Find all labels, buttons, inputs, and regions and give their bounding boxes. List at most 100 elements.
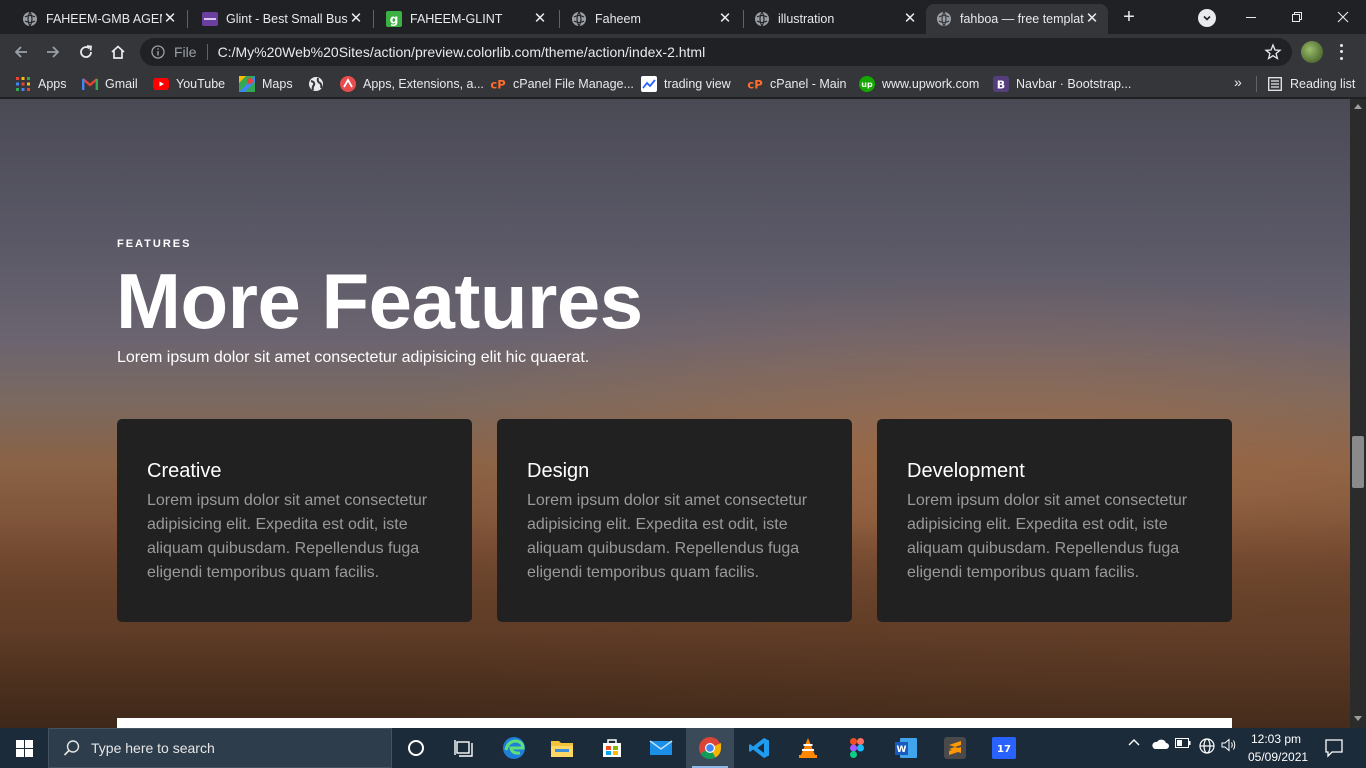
tab-faheem[interactable]: Faheem ✕ [549, 4, 741, 34]
tab-title: FAHEEM-GLINT [410, 12, 503, 26]
scroll-down-arrow-icon[interactable] [1354, 716, 1362, 721]
scrollbar-thumb[interactable] [1352, 436, 1364, 488]
home-button[interactable] [107, 41, 129, 63]
taskbar-search-box[interactable]: Type here to search [48, 728, 392, 768]
new-tab-button[interactable]: + [1120, 7, 1138, 27]
clock-time: 12:03 pm [1250, 732, 1302, 746]
file-explorer-button[interactable] [538, 728, 586, 768]
close-window-button[interactable] [1320, 4, 1366, 30]
close-icon[interactable]: ✕ [162, 11, 178, 27]
start-button[interactable] [0, 728, 48, 768]
figma-icon [850, 738, 864, 758]
minimize-button[interactable] [1228, 4, 1274, 30]
page-viewport: FEATURES More Features Lorem ipsum dolor… [0, 99, 1350, 728]
bookmark-trading-view[interactable]: trading view [641, 75, 731, 93]
tab-glint-best-small-business[interactable]: Glint - Best Small Busin ✕ [180, 4, 372, 34]
feature-card-title: Creative [147, 460, 222, 482]
speaker-icon [1221, 738, 1236, 752]
word-button[interactable]: W [882, 728, 930, 768]
task-view-icon [454, 740, 473, 757]
sublime-text-icon [944, 737, 966, 759]
network-button[interactable] [1198, 738, 1216, 754]
close-icon[interactable]: ✕ [1084, 11, 1100, 27]
back-button[interactable] [10, 41, 32, 63]
chevron-up-icon [1128, 739, 1140, 746]
search-icon [63, 740, 80, 756]
bookmark-navbar-bootstrap[interactable]: B Navbar · Bootstrap... [993, 75, 1131, 93]
bookmark-youtube[interactable]: YouTube [153, 75, 225, 93]
globe-icon [22, 11, 38, 27]
bookmarks-overflow-button[interactable]: » [1234, 74, 1242, 90]
bookmark-cpanel-main[interactable]: cP cPanel - Main [747, 75, 846, 93]
section-title: More Features [116, 257, 643, 345]
bookmark-label: trading view [664, 77, 731, 91]
tab-search-button[interactable] [1198, 9, 1216, 27]
cortana-button[interactable] [392, 728, 440, 768]
colorlib-icon [202, 11, 218, 27]
close-icon[interactable]: ✕ [902, 11, 918, 27]
tradingview-app-button[interactable]: 17 [980, 728, 1028, 768]
info-icon[interactable] [150, 44, 166, 60]
forward-button[interactable] [42, 41, 64, 63]
close-icon [1337, 11, 1349, 23]
edge-button[interactable] [490, 728, 538, 768]
battery-icon [1175, 738, 1191, 748]
bookmark-globe[interactable] [308, 75, 331, 93]
microsoft-store-button[interactable] [588, 728, 636, 768]
bookmark-upwork[interactable]: up www.upwork.com [859, 75, 979, 93]
onedrive-button[interactable] [1150, 738, 1170, 750]
bookmark-cpanel-file-manager[interactable]: cP cPanel File Manage... [490, 75, 634, 93]
chevron-down-icon [1203, 15, 1211, 21]
battery-button[interactable] [1174, 738, 1192, 748]
close-icon[interactable]: ✕ [717, 11, 733, 27]
upwork-icon: up [859, 76, 875, 92]
bookmark-gmail[interactable]: Gmail [82, 75, 138, 93]
page-scrollbar[interactable] [1350, 99, 1366, 728]
bookmark-star-icon[interactable] [1264, 43, 1282, 61]
bookmark-label: YouTube [176, 77, 226, 91]
action-center-button[interactable] [1324, 738, 1344, 758]
figma-button[interactable] [833, 728, 881, 768]
task-view-button[interactable] [440, 728, 488, 768]
tab-fahboa-active[interactable]: fahboa — free templat ✕ [926, 4, 1108, 34]
sublime-text-button[interactable] [931, 728, 979, 768]
mail-button[interactable] [637, 728, 685, 768]
tab-title: Faheem [595, 12, 641, 26]
vscode-button[interactable] [735, 728, 783, 768]
tab-faheem-glint[interactable]: g FAHEEM-GLINT ✕ [364, 4, 556, 34]
tab-title: Glint - Best Small Busin [226, 12, 348, 26]
restore-button[interactable] [1274, 4, 1320, 30]
chrome-button[interactable] [686, 728, 734, 768]
taskbar-clock[interactable]: 12:03 pm 05/09/2021 [1248, 730, 1308, 766]
globe-icon [936, 11, 952, 27]
glint-g-icon: g [386, 11, 402, 27]
section-subtitle: Lorem ipsum dolor sit amet consectetur a… [117, 349, 590, 366]
reload-button[interactable] [75, 41, 97, 63]
url-text[interactable]: C:/My%20Web%20Sites/action/preview.color… [218, 44, 706, 60]
tray-overflow-button[interactable] [1126, 738, 1142, 746]
home-icon [111, 45, 125, 59]
close-icon[interactable]: ✕ [348, 11, 364, 27]
close-icon[interactable]: ✕ [532, 11, 548, 27]
volume-button[interactable] [1220, 738, 1238, 752]
reading-list-button[interactable]: Reading list [1267, 75, 1355, 93]
gmail-icon [82, 76, 98, 92]
edge-icon [503, 737, 525, 759]
bookmark-apps-extensions[interactable]: Apps, Extensions, a... [340, 75, 484, 93]
store-bag-icon [603, 739, 621, 757]
tab-illustration[interactable]: illustration ✕ [732, 4, 926, 34]
address-bar[interactable]: File C:/My%20Web%20Sites/action/preview.… [140, 38, 1292, 66]
profile-avatar[interactable] [1301, 41, 1323, 63]
bookmark-maps[interactable]: Maps [239, 75, 293, 93]
tradingview-icon [641, 76, 657, 92]
reload-icon [80, 45, 93, 58]
browser-menu-button[interactable] [1336, 42, 1346, 62]
scroll-up-arrow-icon[interactable] [1354, 104, 1362, 109]
bookmark-label: Apps, Extensions, a... [363, 77, 484, 91]
tab-faheem-gmb-agency[interactable]: FAHEEM-GMB AGENCY ✕ [0, 4, 186, 34]
bookmark-apps[interactable]: Apps [15, 75, 67, 93]
bookmark-label: www.upwork.com [882, 77, 980, 91]
feature-card-title: Development [907, 460, 1025, 482]
vlc-button[interactable] [784, 728, 832, 768]
globe-icon [754, 11, 770, 27]
